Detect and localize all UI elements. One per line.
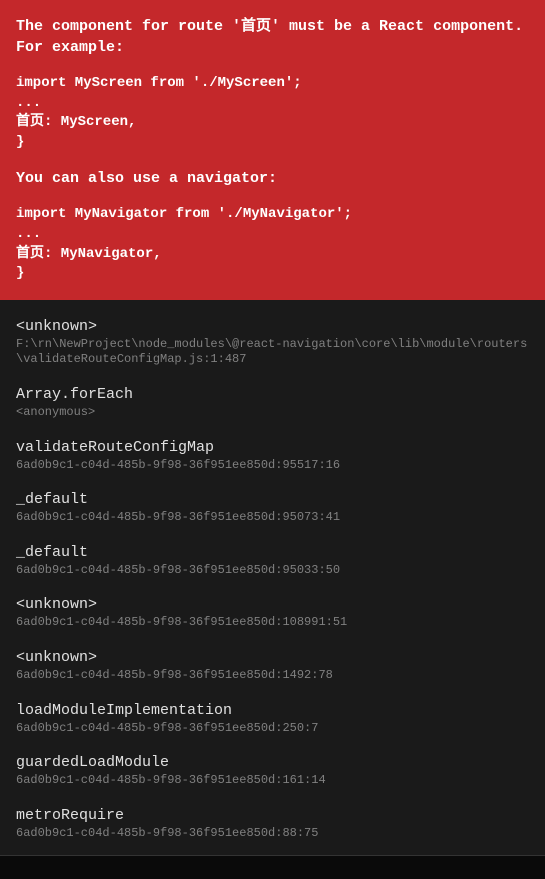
error-title: The component for route '首页' must be a R… <box>16 16 529 58</box>
stack-frame[interactable]: _default 6ad0b9c1-c04d-485b-9f98-36f951e… <box>16 489 529 526</box>
stack-frame[interactable]: guardedLoadModule 6ad0b9c1-c04d-485b-9f9… <box>16 752 529 789</box>
stack-frame[interactable]: Array.forEach <anonymous> <box>16 384 529 421</box>
stack-method: metroRequire <box>16 805 529 826</box>
stack-method: <unknown> <box>16 594 529 615</box>
stack-location: 6ad0b9c1-c04d-485b-9f98-36f951ee850d:161… <box>16 773 529 789</box>
stack-location: 6ad0b9c1-c04d-485b-9f98-36f951ee850d:108… <box>16 615 529 631</box>
stack-trace-container: <unknown> F:\rn\NewProject\node_modules\… <box>0 300 545 874</box>
stack-frame[interactable]: <unknown> F:\rn\NewProject\node_modules\… <box>16 316 529 368</box>
stack-location: <anonymous> <box>16 405 529 421</box>
stack-method: loadModuleImplementation <box>16 700 529 721</box>
stack-location: 6ad0b9c1-c04d-485b-9f98-36f951ee850d:250… <box>16 721 529 737</box>
error-code-example-1: import MyScreen from './MyScreen'; ... 首… <box>16 74 529 152</box>
stack-location: F:\rn\NewProject\node_modules\@react-nav… <box>16 337 529 368</box>
error-code-example-2: import MyNavigator from './MyNavigator';… <box>16 205 529 283</box>
stack-location: 6ad0b9c1-c04d-485b-9f98-36f951ee850d:88:… <box>16 826 529 842</box>
stack-location: 6ad0b9c1-c04d-485b-9f98-36f951ee850d:950… <box>16 563 529 579</box>
bottom-bar <box>0 855 545 879</box>
error-message-alternative: You can also use a navigator: <box>16 168 529 189</box>
stack-frame[interactable]: <unknown> 6ad0b9c1-c04d-485b-9f98-36f951… <box>16 647 529 684</box>
stack-frame[interactable]: loadModuleImplementation 6ad0b9c1-c04d-4… <box>16 700 529 737</box>
stack-frame[interactable]: validateRouteConfigMap 6ad0b9c1-c04d-485… <box>16 437 529 474</box>
stack-frame[interactable]: <unknown> 6ad0b9c1-c04d-485b-9f98-36f951… <box>16 594 529 631</box>
stack-method: _default <box>16 489 529 510</box>
stack-frame[interactable]: metroRequire 6ad0b9c1-c04d-485b-9f98-36f… <box>16 805 529 842</box>
error-header: The component for route '首页' must be a R… <box>0 0 545 300</box>
stack-method: <unknown> <box>16 647 529 668</box>
stack-location: 6ad0b9c1-c04d-485b-9f98-36f951ee850d:149… <box>16 668 529 684</box>
stack-method: _default <box>16 542 529 563</box>
stack-method: guardedLoadModule <box>16 752 529 773</box>
stack-method: validateRouteConfigMap <box>16 437 529 458</box>
stack-location: 6ad0b9c1-c04d-485b-9f98-36f951ee850d:950… <box>16 510 529 526</box>
stack-method: <unknown> <box>16 316 529 337</box>
stack-location: 6ad0b9c1-c04d-485b-9f98-36f951ee850d:955… <box>16 458 529 474</box>
stack-frame[interactable]: _default 6ad0b9c1-c04d-485b-9f98-36f951e… <box>16 542 529 579</box>
stack-method: Array.forEach <box>16 384 529 405</box>
